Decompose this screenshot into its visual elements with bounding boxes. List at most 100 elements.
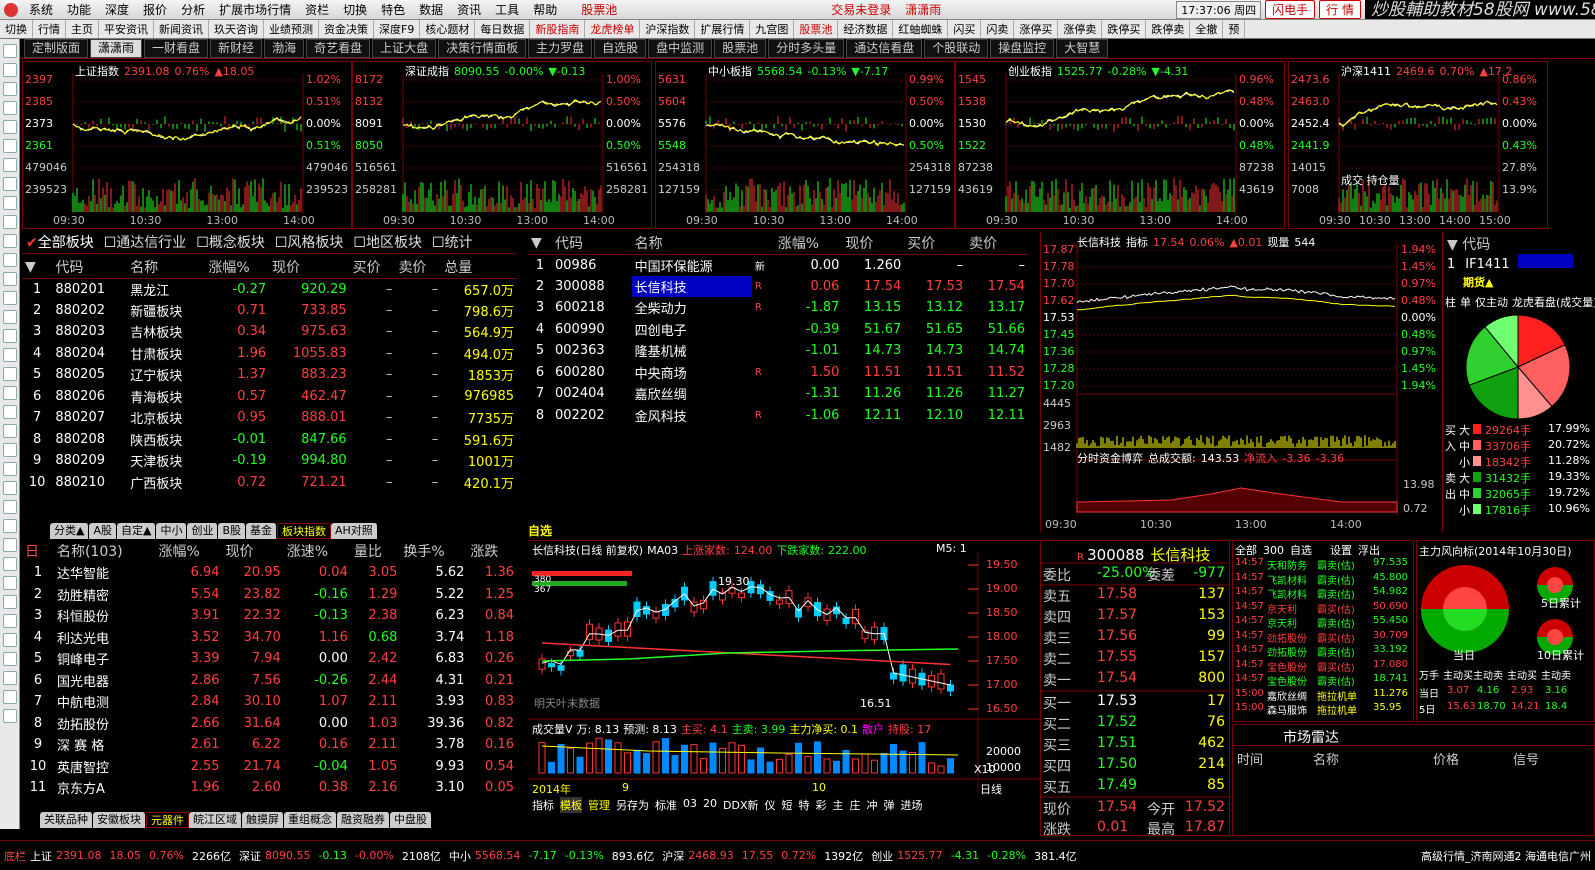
status-label[interactable]: 上证 [26, 848, 52, 864]
table-row[interactable]: 1 00986 中国环保能源 新 0.00 1.260 – – [528, 254, 1028, 276]
column-header[interactable]: 现价 [269, 256, 350, 278]
status-label[interactable]: 沪深 [658, 848, 684, 864]
side-tool-icon[interactable] [3, 120, 17, 134]
status-label[interactable]: 底栏 [0, 848, 26, 864]
kline-tool-tab[interactable]: 进场 [900, 797, 922, 813]
fut-tab[interactable]: 龙虎看盘(成交量) [1512, 296, 1595, 309]
layout-tab[interactable]: 分时多头量 [768, 39, 845, 58]
status-label[interactable]: 深证 [235, 848, 261, 864]
checkbox-icon[interactable]: ☐ [432, 235, 445, 251]
lower-tab[interactable]: 触摸屏 [242, 812, 284, 828]
side-tool-icon[interactable] [3, 63, 17, 77]
toolbar-button[interactable]: 切换 [0, 20, 33, 38]
kline-tool-tab[interactable]: 另存为 [616, 797, 649, 813]
kline-tool-tab[interactable]: 标准 [655, 797, 677, 813]
layout-tab[interactable]: 奇艺看盘 [306, 39, 371, 58]
table-row[interactable]: 2 880202 新疆板块 0.71 733.85 – – 798.6万 [22, 300, 517, 322]
fut-tab[interactable]: 仅主动 [1475, 296, 1508, 309]
table-row[interactable]: 10 880210 广西板块 0.72 721.21 – – 420.1万 [22, 472, 517, 494]
ticks-tab[interactable]: 自选 [1290, 544, 1312, 557]
layout-tab[interactable]: 新财经 [210, 39, 263, 58]
mini-chart-2[interactable]: 中小板指 5568.54 -0.13% ▼-7.17 5631 5604 5576 5548 2… [655, 61, 955, 229]
table-row[interactable]: 11 京东方A 1.96 2.60 0.38 2.16 3.10 0.05 [22, 777, 517, 799]
radar-header[interactable]: 价格 [1433, 749, 1459, 768]
sector-filter-option[interactable]: ☐地区板块 [353, 232, 422, 253]
mini-chart-0[interactable]: 上证指数 2391.08 0.76% ▲18.05 2397 2385 2373 2361 47… [22, 61, 352, 229]
column-header[interactable]: 代码 [552, 232, 632, 254]
menu-item[interactable]: 功能 [60, 1, 98, 18]
kline-tool-tab[interactable]: 主 [832, 797, 843, 813]
side-tool-icon[interactable] [3, 538, 17, 552]
toolbar-button[interactable]: 平安资讯 [99, 20, 154, 38]
kline-tool-tab[interactable]: DDX新 [723, 797, 758, 813]
table-row[interactable]: 5 880205 辽宁板块 1.37 883.23 – – 1853万 [22, 364, 517, 386]
column-header[interactable]: 代码 [52, 256, 127, 278]
intraday-chart[interactable]: 长信科技 指标 17.54 0.06% ▲0.01 现量 544 17.87 17.78 17.7… [1040, 232, 1440, 532]
column-header[interactable]: 名称 [632, 232, 775, 254]
status-label[interactable]: 创业 [867, 848, 893, 864]
column-header[interactable]: 涨幅% [775, 232, 843, 254]
side-tool-icon[interactable] [3, 519, 17, 533]
toolbar-button[interactable]: 闪买 [948, 20, 982, 38]
sector-filter-option[interactable]: ☐概念板块 [196, 232, 265, 253]
menu-item[interactable]: 切换 [336, 1, 374, 18]
sector-tab[interactable]: 自定▲ [117, 523, 157, 539]
sector-tab[interactable]: A股 [89, 523, 117, 539]
side-tool-icon[interactable] [3, 500, 17, 514]
side-tool-icon[interactable] [3, 462, 17, 476]
toolbar-button[interactable]: 主页 [66, 20, 99, 38]
kline-tool-tab[interactable]: 庄 [849, 797, 860, 813]
side-tool-icon[interactable] [3, 576, 17, 590]
ticks-tab[interactable]: 300 [1263, 544, 1284, 557]
quote-button[interactable]: 行 情 [1319, 0, 1361, 19]
table-row[interactable]: 8 劲拓股份 2.66 31.64 0.00 1.03 39.36 0.82 [22, 713, 517, 735]
side-tool-icon[interactable] [3, 329, 17, 343]
toolbar-button[interactable]: 资金决策 [319, 20, 374, 38]
column-header[interactable]: 涨跌 [467, 540, 517, 562]
layout-tab[interactable]: 个股联动 [924, 39, 989, 58]
kline-tool-tab[interactable]: 短 [781, 797, 792, 813]
side-tool-icon[interactable] [3, 82, 17, 96]
toolbar-button[interactable]: 跌停买 [1102, 20, 1147, 38]
toolbar-button[interactable]: 新股指南 [530, 20, 586, 38]
table-row[interactable]: 10 英唐智控 2.55 21.74 -0.04 1.05 9.93 0.54 [22, 756, 517, 778]
column-header[interactable]: 现价 [842, 232, 904, 254]
kline-tool-tab[interactable]: 弹 [883, 797, 894, 813]
table-row[interactable]: 3 600218 全柴动力 R -1.87 13.15 13.12 13.17 [528, 297, 1028, 319]
toolbar-button[interactable]: 行情 [33, 20, 66, 38]
side-tool-icon[interactable] [3, 690, 17, 704]
radar-header[interactable]: 时间 [1237, 749, 1263, 768]
column-header[interactable]: 换手% [400, 540, 467, 562]
toolbar-button[interactable]: 每日数据 [475, 20, 531, 38]
toolbar-button[interactable]: 闪卖 [981, 20, 1015, 38]
column-header[interactable]: 卖价 [395, 256, 441, 278]
sector-tab[interactable]: AH对照 [331, 523, 378, 539]
menu-item[interactable]: 扩展市场行情 [212, 1, 298, 18]
toolbar-button[interactable]: 扩展行情 [695, 20, 751, 38]
side-tool-icon[interactable] [3, 158, 17, 172]
layout-tab[interactable]: 操盘监控 [990, 39, 1055, 58]
lower-tab[interactable]: 元器件 [146, 812, 189, 828]
sector-tab[interactable]: 基金 [246, 523, 278, 539]
column-header[interactable]: 名称(103) [54, 540, 156, 562]
side-tool-icon[interactable] [3, 44, 17, 58]
table-row[interactable]: 4 利达光电 3.52 34.70 1.16 0.68 3.74 1.18 [22, 627, 517, 649]
kline-tool-tab[interactable]: 仪 [764, 797, 775, 813]
column-header[interactable]: 卖价 [966, 232, 1028, 254]
side-tool-icon[interactable] [3, 139, 17, 153]
table-row[interactable]: 1 880201 黑龙江 -0.27 920.29 – – 657.0万 [22, 278, 517, 300]
ticks-tab[interactable]: 设置 [1330, 544, 1352, 557]
layout-tab[interactable]: 自选股 [594, 39, 647, 58]
table-row[interactable]: 1 达华智能 6.94 20.95 0.04 3.05 5.62 1.36 [22, 562, 517, 584]
layout-tab[interactable]: 大智慧 [1056, 39, 1109, 58]
kline-tool-tab[interactable]: 指标 [532, 797, 554, 813]
checkbox-icon[interactable]: ☐ [196, 235, 209, 251]
toolbar-button[interactable]: 全撤 [1190, 20, 1224, 38]
toolbar-button[interactable]: 经济数据 [838, 20, 894, 38]
side-tool-icon[interactable] [3, 310, 17, 324]
lower-tab[interactable]: 中盘股 [390, 812, 432, 828]
table-row[interactable]: 6 国光电器 2.86 7.56 -0.26 2.44 4.31 0.21 [22, 670, 517, 692]
side-tool-icon[interactable] [3, 386, 17, 400]
side-tool-icon[interactable] [3, 595, 17, 609]
sector-filter-option[interactable]: ☐通达信行业 [104, 232, 187, 253]
